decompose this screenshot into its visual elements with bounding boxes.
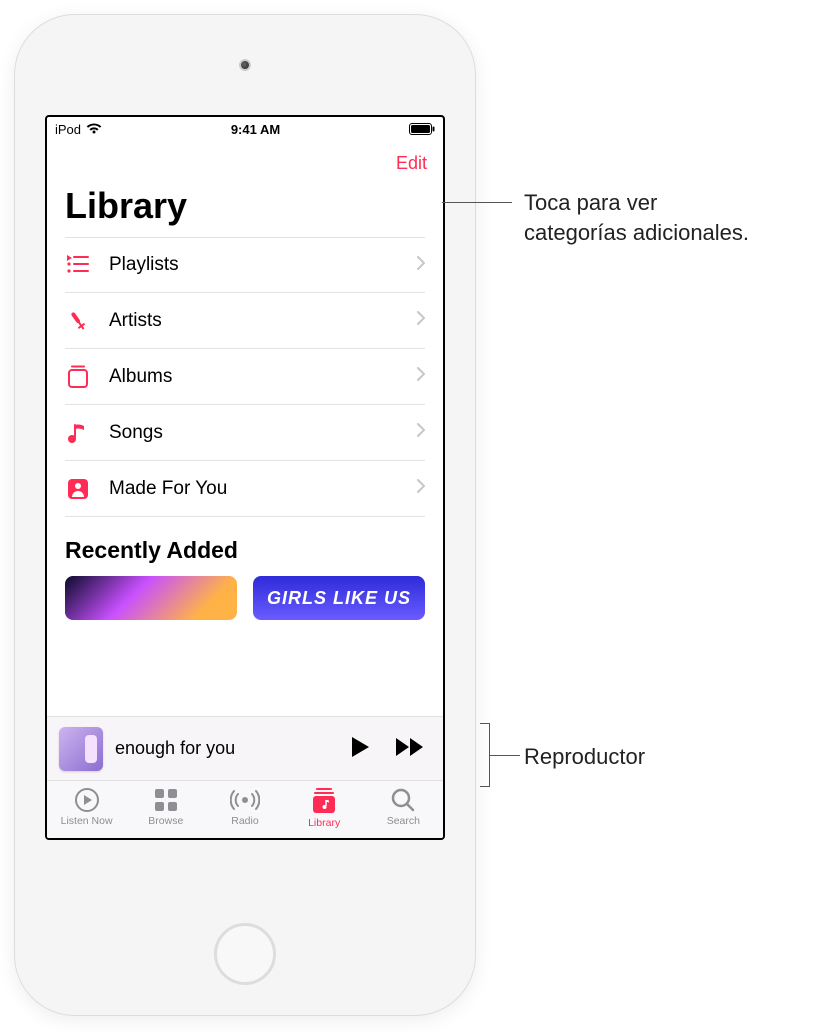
status-right [409, 123, 435, 135]
album-title: GIRLS LIKE US [267, 588, 411, 609]
made-for-you-icon [65, 478, 91, 500]
home-button[interactable] [214, 923, 276, 985]
play-button[interactable] [343, 729, 377, 768]
status-left: iPod [55, 122, 102, 137]
library-list: Playlists Artists Albums [47, 237, 443, 517]
album-tile[interactable] [65, 576, 237, 620]
carrier-label: iPod [55, 122, 81, 137]
recently-added-header: Recently Added [47, 517, 443, 576]
tab-browse[interactable]: Browse [131, 787, 201, 827]
device-frame: iPod 9:41 AM Edit Library P [15, 15, 475, 1015]
forward-button[interactable] [389, 731, 431, 766]
now-playing-title: enough for you [115, 738, 331, 759]
front-camera [239, 59, 251, 71]
callout-player: Reproductor [524, 742, 645, 772]
page-title: Library [47, 185, 443, 237]
recently-added-grid[interactable]: GIRLS LIKE US [47, 576, 443, 620]
now-playing-artwork [59, 727, 103, 771]
callout-bracket [480, 723, 490, 787]
library-row-made-for-you[interactable]: Made For You [65, 461, 425, 517]
callout-leader [490, 755, 520, 756]
tab-label: Library [308, 817, 340, 829]
radio-icon [230, 787, 260, 813]
chevron-right-icon [417, 423, 425, 442]
search-icon [390, 787, 416, 813]
tab-label: Search [387, 815, 420, 827]
artists-icon [65, 309, 91, 333]
chevron-right-icon [417, 311, 425, 330]
chevron-right-icon [417, 256, 425, 275]
tab-bar: Listen Now Browse Radio Library [47, 780, 443, 838]
songs-icon [65, 421, 91, 445]
library-row-label: Playlists [109, 254, 399, 276]
browse-icon [153, 787, 179, 813]
library-row-label: Albums [109, 366, 399, 388]
edit-button[interactable]: Edit [396, 153, 427, 174]
callout-edit: Toca para ver categorías adicionales. [524, 188, 749, 247]
tab-library[interactable]: Library [289, 787, 359, 829]
album-tile[interactable]: GIRLS LIKE US [253, 576, 425, 620]
tab-radio[interactable]: Radio [210, 787, 280, 827]
library-row-songs[interactable]: Songs [65, 405, 425, 461]
albums-icon [65, 365, 91, 389]
status-bar: iPod 9:41 AM [47, 117, 443, 141]
nav-bar: Edit [47, 141, 443, 185]
tab-label: Browse [148, 815, 183, 827]
library-row-albums[interactable]: Albums [65, 349, 425, 405]
device-top [239, 15, 251, 115]
library-icon [311, 787, 337, 815]
listen-now-icon [74, 787, 100, 813]
wifi-icon [86, 123, 102, 135]
library-row-artists[interactable]: Artists [65, 293, 425, 349]
tab-label: Listen Now [61, 815, 113, 827]
library-row-label: Artists [109, 310, 399, 332]
clock: 9:41 AM [102, 122, 409, 137]
library-row-label: Songs [109, 422, 399, 444]
playlists-icon [65, 254, 91, 276]
tab-search[interactable]: Search [368, 787, 438, 827]
chevron-right-icon [417, 479, 425, 498]
tab-label: Radio [231, 815, 258, 827]
now-playing-bar[interactable]: enough for you [47, 716, 443, 780]
tab-listen-now[interactable]: Listen Now [52, 787, 122, 827]
callout-leader [442, 202, 512, 203]
battery-icon [409, 123, 435, 135]
library-row-playlists[interactable]: Playlists [65, 237, 425, 293]
chevron-right-icon [417, 367, 425, 386]
library-row-label: Made For You [109, 478, 399, 500]
screen: iPod 9:41 AM Edit Library P [45, 115, 445, 840]
